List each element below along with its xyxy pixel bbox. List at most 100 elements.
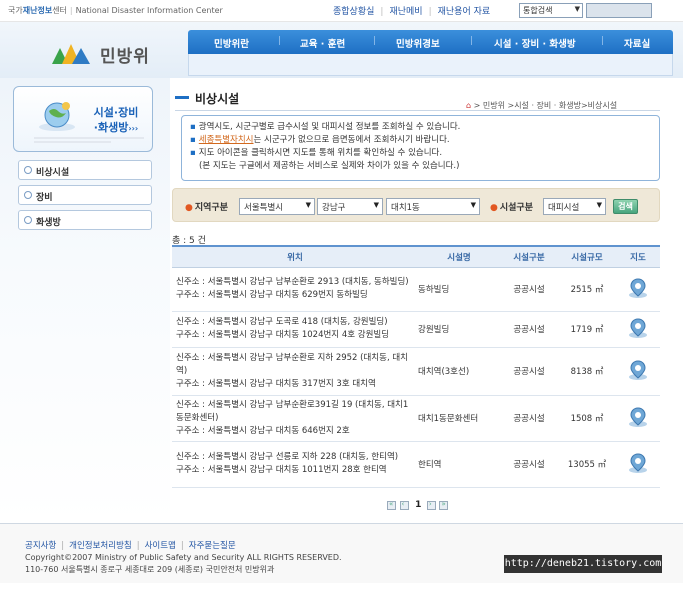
first-page-button[interactable]: « — [387, 499, 396, 510]
sidebar-title-decoration — [34, 137, 144, 143]
location-cell: 신주소 : 서울특별시 강남구 남부순환로 2913 (대치동, 동하빌딩) 구주… — [172, 267, 418, 312]
nav-archive[interactable]: 자료실 — [624, 36, 650, 50]
facility-type-select[interactable]: 대피시설 ▼ — [543, 198, 606, 215]
sigungu-select[interactable]: 강남구 ▼ — [317, 198, 383, 215]
old-address: 구주소 : 서울특별시 강남구 대치동 646번지 2호 — [176, 425, 350, 436]
nav-education-training[interactable]: 교육 · 훈련 — [300, 36, 345, 50]
nav-sep: | — [470, 36, 474, 46]
notice-line: ▪ 지도 아이콘을 클릭하시면 지도를 통해 위치를 확인하실 수 있습니다. — [190, 147, 651, 160]
notice-text: 는 시군구가 없으므로 읍면동에서 조회하시기 바랍니다. — [253, 135, 450, 145]
search-scope-select[interactable]: 통합검색 ▼ — [519, 3, 583, 18]
table-row: 신주소 : 서울특별시 강남구 남부순환로 2913 (대치동, 동하빌딩) 구주… — [172, 267, 660, 312]
facility-type-cell: 공공시설 — [500, 311, 558, 348]
nav-civil-defense-alert[interactable]: 민방위경보 — [396, 36, 440, 50]
sidebar-item-label: 비상시설 — [36, 168, 70, 178]
footer-link-sitemap[interactable]: 사이트맵 — [145, 541, 176, 551]
circle-bullet-icon — [24, 216, 32, 224]
page-number-current[interactable]: 1 — [412, 500, 424, 510]
map-pin-icon[interactable] — [627, 359, 649, 381]
last-page-button[interactable]: » — [439, 499, 449, 510]
old-address: 구주소 : 서울특별시 강남구 대치동 317번지 3호 대치역 — [176, 378, 376, 389]
sejong-link[interactable]: 세종특별자치시 — [199, 135, 254, 145]
location-cell: 신주소 : 서울특별시 강남구 도곡로 418 (대치동, 강원빌딩) 구주소 :… — [172, 311, 418, 348]
globe-icon — [39, 102, 75, 131]
logo-mountains-icon — [52, 44, 90, 64]
facility-value: 대피시설 — [548, 203, 580, 213]
footer-links: 공지사항 | 개인정보처리방침 | 사이트맵 | 자주묻는질문 — [25, 539, 236, 551]
sidebar-item-label: 화생방 — [36, 218, 61, 228]
site-logo[interactable]: 민방위 — [52, 38, 162, 68]
sidebar-title-line1: 시설·장비 — [93, 106, 139, 119]
double-chevron-right-icon: » — [441, 499, 446, 508]
search-filter-bar: ● 지역구분 서울특별시 ▼ 강남구 ▼ 대치1동 ▼ ● 시설구분 대피시설 ▼ 검색 — [172, 188, 660, 222]
footer-link-privacy[interactable]: 개인정보처리방침 — [69, 541, 132, 551]
dot-bullet-icon: ● — [490, 203, 498, 213]
util-sep: | — [380, 7, 384, 17]
caret-down-icon: ▼ — [305, 201, 311, 209]
map-pin-icon[interactable] — [627, 452, 649, 474]
title-accent-bar — [175, 96, 189, 99]
nav-sep: | — [278, 36, 282, 46]
square-bullet-icon: ▪ — [190, 122, 196, 132]
circle-bullet-icon — [24, 166, 32, 174]
facility-name-cell: 대치역(3호선) — [418, 347, 500, 396]
search-input[interactable] — [586, 3, 652, 18]
sidebar-item-equipment[interactable]: 장비 — [18, 185, 152, 205]
map-pin-icon[interactable] — [627, 277, 649, 299]
prev-page-button[interactable]: ‹ — [399, 499, 409, 510]
facility-name-cell: 대치1동문화센터 — [418, 395, 500, 442]
sido-select[interactable]: 서울특별시 ▼ — [239, 198, 315, 215]
location-cell: 신주소 : 서울특별시 강남구 남부순환로391길 19 (대치동, 대치1동문… — [172, 395, 418, 442]
facility-label-text: 시설구분 — [499, 203, 533, 213]
old-address: 구주소 : 서울특별시 강남구 대치동 1011번지 28호 한티역 — [176, 465, 387, 475]
map-pin-icon[interactable] — [627, 406, 649, 428]
nav-civil-defense-about[interactable]: 민방위란 — [214, 36, 249, 50]
facility-type-label: ● 시설구분 — [490, 200, 533, 213]
dong-select[interactable]: 대치1동 ▼ — [386, 198, 480, 215]
breadcrumb-path: > 민방위 >시설 · 장비 · 화생방>비상시설 — [473, 101, 618, 110]
caret-down-icon: ▼ — [470, 201, 476, 209]
chevron-left-icon: ‹ — [401, 499, 405, 508]
col-facility-name: 시설명 — [418, 245, 500, 268]
circle-bullet-icon — [24, 191, 32, 199]
nav-facility-equipment-cbr[interactable]: 시설 · 장비 · 화생방 — [494, 36, 576, 50]
watermark: http://deneb21.tistory.com — [504, 555, 662, 573]
facility-name-cell: 동하빌딩 — [418, 267, 500, 312]
caret-down-icon: ▼ — [596, 201, 602, 209]
map-pin-icon[interactable] — [627, 317, 649, 339]
site-brand[interactable]: 국가재난정보센터 | National Disaster Information C… — [8, 5, 223, 16]
map-cell — [616, 395, 660, 442]
notice-text: (본 지도는 구글에서 제공하는 서비스로 실제와 차이가 있을 수 있습니다.… — [199, 161, 460, 171]
pagination: « ‹ 1 › » — [387, 500, 449, 510]
new-address: 신주소 : 서울특별시 강남구 남부순환로 2913 (대치동, 동하빌딩) — [176, 277, 409, 287]
util-link-glossary[interactable]: 재난용어 자료 — [438, 7, 491, 17]
table-row: 신주소 : 서울특별시 강남구 남부순환로391길 19 (대치동, 대치1동문… — [172, 395, 660, 442]
table-row: 신주소 : 서울특별시 강남구 선릉로 지하 228 (대치동, 한티역) 구주소… — [172, 441, 660, 488]
brand-separator: | — [69, 6, 73, 15]
sidebar-item-cbr[interactable]: 화생방 — [18, 210, 152, 230]
brand-en: National Disaster Information Center — [75, 6, 223, 15]
search-button[interactable]: 검색 — [613, 199, 638, 214]
util-link-preparedness[interactable]: 재난메비 — [389, 7, 422, 17]
footer-link-faq[interactable]: 자주묻는질문 — [189, 541, 236, 551]
facility-name-cell: 강원빌딩 — [418, 311, 500, 348]
footer-address: 110-760 서울특별시 종로구 세종대로 209 (세종로) 국민안전처 민… — [25, 565, 275, 574]
dong-value: 대치1동 — [391, 203, 420, 213]
double-chevron-left-icon: « — [389, 499, 394, 508]
map-cell — [616, 311, 660, 348]
utility-links: 종합상황실 | 재난메비 | 재난용어 자료 — [333, 4, 490, 17]
sido-value: 서울특별시 — [244, 203, 284, 213]
old-address: 구주소 : 서울특별시 강남구 대치동 1024번지 4호 강원빌딩 — [176, 330, 390, 340]
sidebar-item-label: 장비 — [36, 193, 53, 203]
notice-line: (본 지도는 구글에서 제공하는 서비스로 실제와 차이가 있을 수 있습니다.… — [190, 160, 651, 173]
footer-link-notice[interactable]: 공지사항 — [25, 541, 56, 551]
facility-type-cell: 공공시설 — [500, 267, 558, 312]
home-icon[interactable]: ⌂ — [466, 101, 471, 110]
sidebar-item-emergency-facility[interactable]: 비상시설 — [18, 160, 152, 180]
util-link-situation-room[interactable]: 종합상황실 — [333, 7, 374, 17]
square-bullet-icon: ▪ — [190, 135, 196, 145]
new-address: 신주소 : 서울특별시 강남구 남부순환로 지하 2952 (대치동, 대치역) — [176, 352, 408, 376]
next-page-button[interactable]: › — [426, 500, 436, 510]
caret-down-icon: ▼ — [373, 201, 379, 209]
brand-highlight: 재난정보 — [22, 6, 53, 15]
